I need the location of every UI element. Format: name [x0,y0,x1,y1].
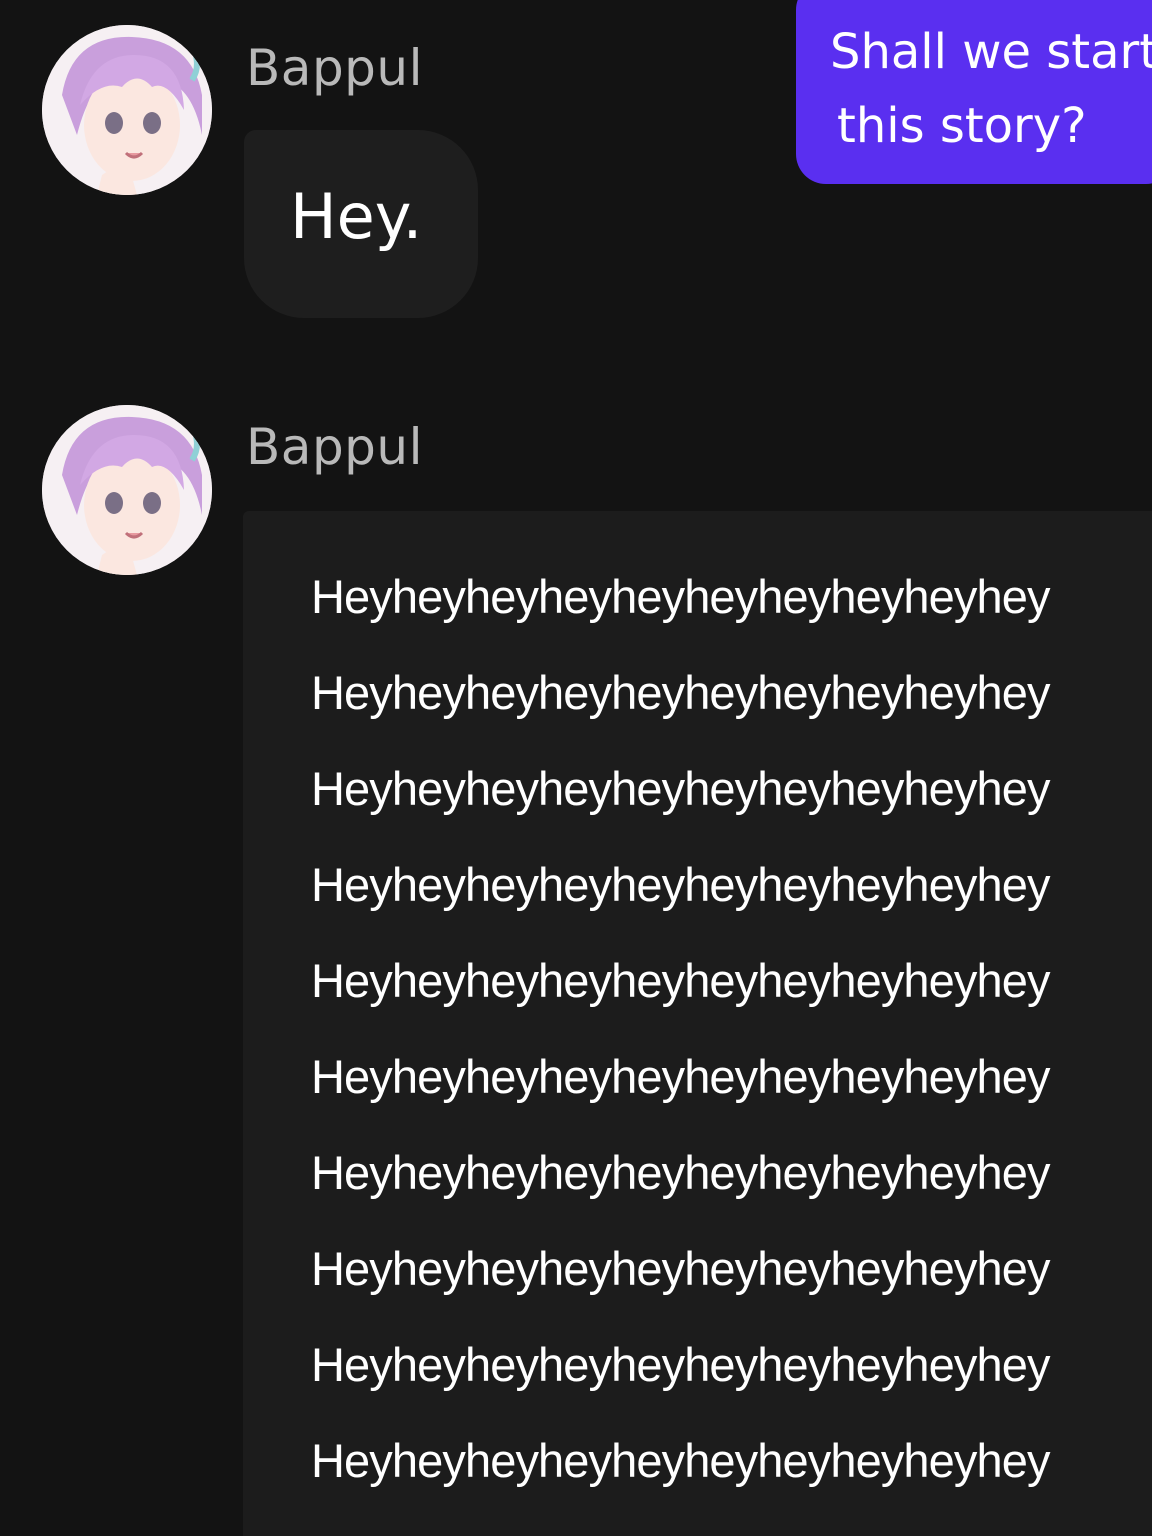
message-text-line: Heyheyheyheyheyheyheyheyheyhey [311,1146,1050,1199]
chat-screen: Bappul Hey. Shall we start this story? B… [0,0,1152,1536]
message-text-line: Heyheyheyheyheyheyheyheyheyhey [311,858,1050,911]
character-avatar[interactable] [42,405,212,575]
user-message-line: Shall we start [830,24,1152,80]
message-text-line: Heyheyheyheyheyheyheyheyheyhey [311,1434,1050,1487]
user-message-line: this story? [837,98,1087,154]
message-text-line: Heyheyheyheyheyheyheyheyheyhey [311,1338,1050,1391]
message-text-line: Heyheyheyheyheyheyheyheyheyhey [311,1242,1050,1295]
bot-message-bubble[interactable]: Hey. [244,130,478,318]
message-text-line: Heyheyheyheyheyheyheyheyheyhey [311,1050,1050,1103]
avatar-portrait-icon [42,25,212,195]
message-text-line: Heyheyheyheyheyheyheyheyheyhey [311,666,1050,719]
sender-name: Bappul [246,39,423,97]
avatar-portrait-icon [42,405,212,575]
sender-name: Bappul [246,418,423,476]
message-text: Hey. [290,180,423,253]
character-avatar[interactable] [42,25,212,195]
message-text-line: Heyheyheyheyheyheyheyheyheyhey [311,762,1050,815]
user-message-bubble[interactable]: Shall we start this story? [796,0,1152,184]
message-text-line: Heyheyheyheyheyheyheyheyheyhey [311,954,1050,1007]
message-text-line: Heyheyheyheyheyheyheyheyheyhey [311,570,1050,623]
